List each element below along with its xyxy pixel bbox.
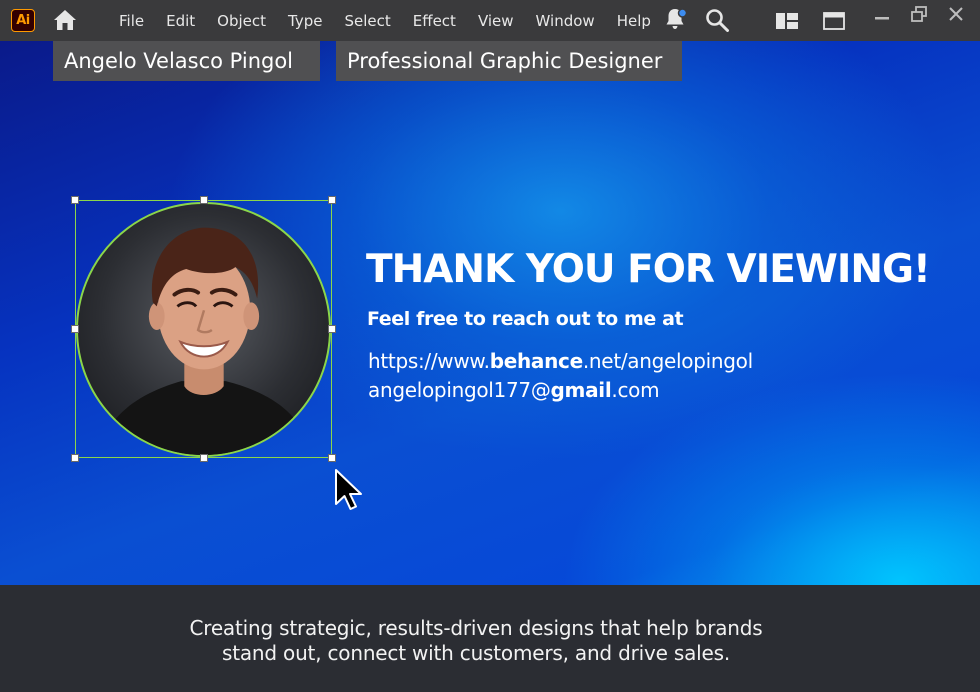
email-link-suffix: .com [611,378,660,402]
thank-you-heading: THANK YOU FOR VIEWING! [366,247,931,292]
email-link-prefix: angelopingol177@ [368,378,551,402]
menu-type[interactable]: Type [277,12,333,30]
resize-handle-bottom-middle[interactable] [200,454,208,462]
home-icon[interactable] [53,9,77,31]
resize-handle-bottom-left[interactable] [71,454,79,462]
selection-bounding-box [75,200,332,458]
resize-handle-top-middle[interactable] [200,196,208,204]
main-menu: File Edit Object Type Select Effect View… [108,0,662,41]
menu-object[interactable]: Object [206,12,277,30]
behance-link-prefix: https://www. [368,349,490,373]
notification-bell-icon[interactable] [663,6,689,32]
restore-icon[interactable] [910,5,928,23]
mouse-pointer-icon [335,469,362,510]
search-icon[interactable] [705,8,729,32]
email-link[interactable]: angelopingol177@gmail.com [368,378,660,402]
minimize-icon[interactable] [874,10,890,26]
tagline-line-2: stand out, connect with customers, and d… [222,641,730,665]
role-label: Professional Graphic Designer [336,41,682,81]
email-link-bold: gmail [550,378,612,402]
menu-bar: Ai File Edit Object Type Select Effect V… [0,0,980,41]
name-label: Angelo Velasco Pingol [53,41,320,81]
footer-banner: Creating strategic, results-driven desig… [0,585,980,692]
illustrator-logo: Ai [11,9,35,32]
workspace-switcher-icon[interactable] [775,12,799,30]
panel-layout-icon[interactable] [823,12,845,30]
resize-handle-bottom-right[interactable] [328,454,336,462]
resize-handle-middle-left[interactable] [71,325,79,333]
menu-file[interactable]: File [108,12,155,30]
tagline-line-1: Creating strategic, results-driven desig… [189,616,763,640]
resize-handle-middle-right[interactable] [328,325,336,333]
close-icon[interactable] [947,5,965,23]
menu-effect[interactable]: Effect [402,12,467,30]
menu-help[interactable]: Help [606,12,662,30]
menu-window[interactable]: Window [525,12,606,30]
menu-select[interactable]: Select [333,12,401,30]
menu-edit[interactable]: Edit [155,12,206,30]
menu-view[interactable]: View [467,12,525,30]
behance-link-bold: behance [489,349,583,373]
artboard-canvas[interactable]: Angelo Velasco Pingol Professional Graph… [0,41,980,585]
behance-link[interactable]: https://www.behance.net/angelopingol [368,349,753,373]
resize-handle-top-left[interactable] [71,196,79,204]
resize-handle-top-right[interactable] [328,196,336,204]
reach-out-subheading: Feel free to reach out to me at [367,308,684,330]
behance-link-suffix: .net/angelopingol [582,349,753,373]
